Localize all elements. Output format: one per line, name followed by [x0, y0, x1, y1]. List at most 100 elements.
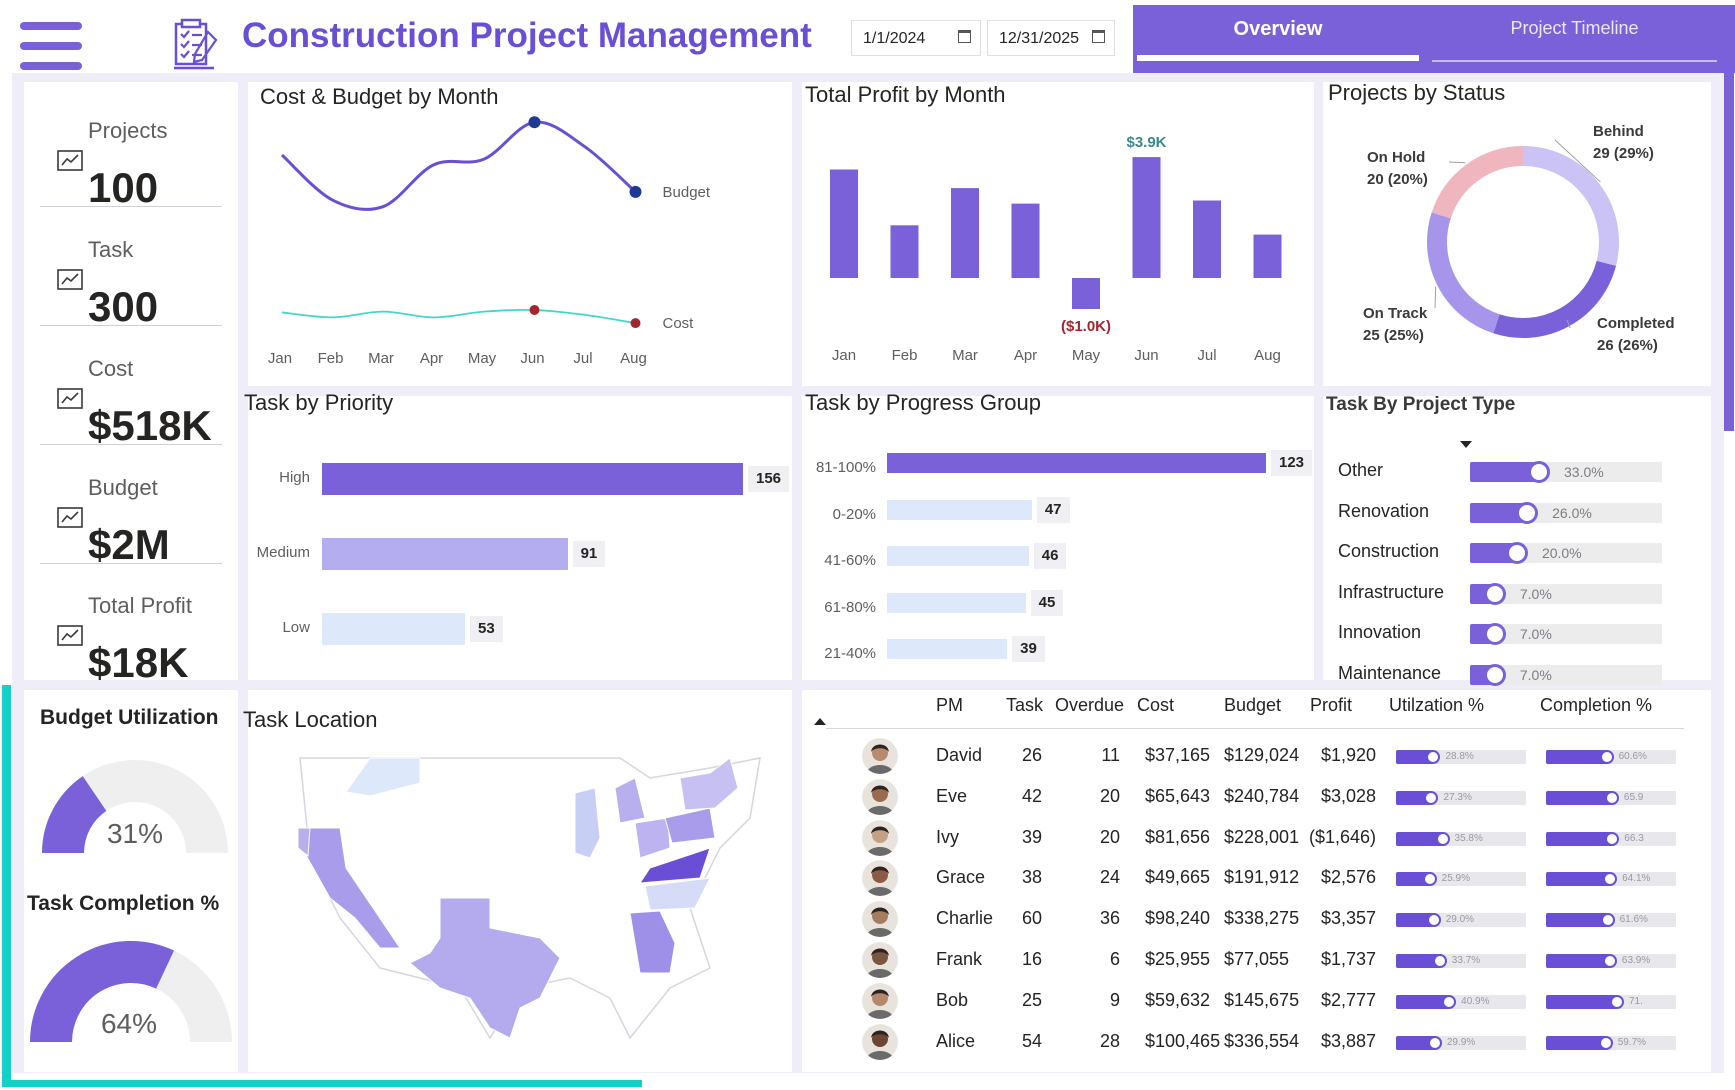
map-title: Task Location — [243, 707, 378, 732]
region-oregon[interactable] — [297, 827, 311, 857]
column-header[interactable]: Completion % — [1540, 695, 1652, 716]
project-type-title: Task By Project Type — [1326, 394, 1516, 415]
end-date-value: 12/31/2025 — [999, 30, 1080, 47]
bar[interactable] — [887, 592, 1026, 613]
tab-project-timeline[interactable]: Project Timeline — [1432, 18, 1717, 52]
cell-cost: $37,165 — [1145, 745, 1211, 765]
project-type-label: Maintenance — [1338, 662, 1442, 683]
profit-bar[interactable] — [1253, 234, 1282, 278]
x-tick-label: Feb — [318, 350, 344, 367]
bar[interactable] — [887, 546, 1029, 566]
cell-profit: $2,576 — [1320, 867, 1376, 888]
sort-descending-icon[interactable] — [1459, 440, 1473, 449]
series-point-cost[interactable] — [630, 318, 641, 329]
cell-util-label: 40.9% — [1461, 995, 1490, 1007]
column-header[interactable]: Utilzation % — [1389, 695, 1484, 716]
cell-task: 26 — [1022, 745, 1043, 765]
profit-bar[interactable] — [1011, 203, 1040, 278]
cell-overdue: 9 — [1109, 989, 1120, 1010]
start-date-value: 1/1/2024 — [863, 30, 926, 47]
cell-comp-knob — [1610, 994, 1624, 1009]
cell-util-knob — [1432, 954, 1447, 968]
profit-data-label: ($1.0K) — [1061, 318, 1111, 335]
donut-slice-on-hold[interactable] — [1431, 146, 1524, 219]
cell-profit: $3,357 — [1320, 908, 1376, 929]
series-point-budget[interactable] — [528, 116, 541, 129]
cell-comp-bar — [1546, 750, 1607, 764]
slice-value: 20 (20%) — [1367, 171, 1428, 188]
project-type-label: Innovation — [1338, 622, 1422, 642]
cell-task: 54 — [1022, 1030, 1043, 1051]
calendar-icon[interactable] — [958, 30, 971, 43]
cell-budget: $145,675 — [1224, 989, 1300, 1010]
tab-overview[interactable]: Overview — [1137, 18, 1419, 52]
kpi-divider — [40, 444, 222, 445]
table-header-divider — [826, 728, 1684, 729]
pm-avatar — [862, 819, 898, 856]
cell-task: 39 — [1022, 826, 1043, 847]
profit-title: Total Profit by Month — [805, 82, 1006, 107]
column-header[interactable]: Cost — [1137, 695, 1174, 716]
cost-document-icon — [57, 388, 83, 409]
cell-overdue: 28 — [1099, 1030, 1120, 1051]
us-map[interactable] — [290, 748, 770, 1048]
x-tick-label: Mar — [368, 350, 394, 367]
cell-util-label: 29.9% — [1446, 1036, 1476, 1048]
profit-building-icon — [57, 625, 83, 646]
bar[interactable] — [887, 453, 1266, 473]
donut-slice-completed[interactable] — [1493, 260, 1616, 338]
profit-bar[interactable] — [951, 188, 979, 278]
column-header[interactable]: Task — [1006, 695, 1043, 716]
profit-bar[interactable] — [830, 169, 858, 279]
accent-stripe-bottom — [2, 1080, 642, 1087]
profit-bar[interactable] — [1193, 200, 1221, 279]
bar[interactable] — [887, 639, 1008, 659]
column-header[interactable]: Overdue — [1055, 695, 1124, 716]
column-header[interactable]: PM — [936, 695, 963, 716]
project-type-label: Renovation — [1338, 500, 1430, 521]
cell-profit: $1,920 — [1320, 745, 1376, 765]
hamburger-menu-icon[interactable] — [20, 22, 82, 70]
kpi-divider — [40, 206, 222, 207]
start-date-picker[interactable]: 1/1/2024 — [851, 20, 981, 56]
bar[interactable] — [322, 463, 743, 495]
cell-util-knob — [1435, 831, 1450, 846]
bar[interactable] — [887, 499, 1032, 520]
x-tick-label: Jun — [1134, 347, 1158, 364]
bar-value-label: 47 — [1036, 496, 1070, 523]
cell-comp-bar — [1546, 831, 1613, 846]
cell-comp-bar — [1546, 1035, 1606, 1050]
donut-slice-on-track[interactable] — [1427, 212, 1500, 334]
series-point-cost[interactable] — [529, 304, 540, 315]
cell-task: 60 — [1022, 908, 1043, 929]
series-point-budget[interactable] — [629, 185, 642, 198]
sort-ascending-icon[interactable] — [813, 717, 827, 726]
project-type-knob — [1483, 623, 1506, 645]
cost-budget-line-chart: Budget Cost Jan Feb Mar Apr May Jun Jul Aug — [268, 116, 711, 367]
cell-util-knob — [1442, 994, 1457, 1009]
x-tick-label: May — [1072, 347, 1101, 364]
cell-overdue: 6 — [1109, 949, 1120, 969]
profit-bar[interactable] — [1072, 278, 1100, 309]
project-type-knob — [1516, 501, 1539, 524]
slice-name: Completed — [1597, 315, 1675, 332]
cell-overdue: 20 — [1099, 785, 1120, 806]
bar-value-label: 53 — [470, 616, 503, 642]
profit-bar[interactable] — [1132, 157, 1161, 278]
cell-comp-knob — [1599, 750, 1614, 764]
bar[interactable] — [322, 613, 466, 645]
end-date-picker[interactable]: 12/31/2025 — [987, 20, 1115, 56]
x-tick-label: May — [468, 350, 497, 367]
column-header[interactable]: Budget — [1224, 695, 1281, 716]
bar[interactable] — [322, 538, 568, 570]
column-header[interactable]: Profit — [1310, 695, 1352, 716]
calendar-icon[interactable] — [1092, 30, 1105, 43]
x-tick-label: Apr — [420, 350, 443, 367]
profit-data-label: $3.9K — [1126, 134, 1166, 151]
donut-slice-behind[interactable] — [1522, 146, 1619, 266]
cell-overdue: 11 — [1101, 745, 1120, 765]
cell-comp-knob — [1600, 913, 1615, 928]
project-type-percent: 20.0% — [1541, 545, 1582, 561]
profit-bar[interactable] — [890, 225, 919, 278]
x-tick-label: Jun — [520, 350, 544, 367]
